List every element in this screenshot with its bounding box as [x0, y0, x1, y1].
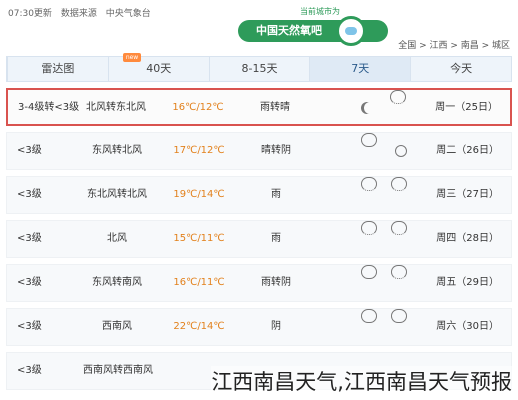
breadcrumb[interactable]: 全国 > 江西 > 南昌 > 城区	[398, 38, 510, 51]
forecast-temp: 19℃/14℃	[173, 189, 225, 200]
forecast-row[interactable]: 周五（29日） 雨转阴 16℃/11℃ 东风转南风 <3级	[6, 264, 512, 302]
forecast-condition: 雨转阴	[261, 277, 291, 288]
forecast-temp: 16℃/11℃	[173, 277, 225, 288]
forecast-condition: 雨转晴	[260, 102, 290, 113]
data-source-info: 07:30更新 数据来源 中央气象台	[8, 6, 151, 19]
sun-icon	[395, 145, 407, 157]
top-bar: 07:30更新 数据来源 中央气象台 当前城市为 中国天然氧吧 全国 > 江西 …	[0, 0, 518, 54]
forecast-wind-level: 3-4级转<3级	[18, 102, 80, 113]
forecast-condition: 雨	[271, 233, 281, 244]
tab-40days[interactable]: new 40天	[107, 53, 209, 81]
forecast-condition: 阴	[271, 321, 281, 332]
forecast-wind: 东北风转北风	[87, 189, 147, 200]
tab-8-15days[interactable]: 8-15天	[208, 57, 310, 81]
rain-icon	[391, 177, 407, 191]
forecast-day: 周六（30日）	[436, 321, 499, 332]
forecast-tabs: 今天 7天 8-15天 new 40天 雷达图	[6, 53, 512, 82]
rain-icon	[361, 177, 377, 191]
forecast-list: 周一（25日） 雨转晴 16℃/12℃ 北风转东北风 3-4级转<3级 周二（2…	[6, 88, 512, 396]
forecast-day: 周二（26日）	[436, 145, 499, 156]
forecast-wind: 西南风	[102, 321, 132, 332]
forecast-day: 周一（25日）	[435, 102, 498, 113]
forecast-condition: 雨	[271, 189, 281, 200]
forecast-condition: 晴转阴	[261, 145, 291, 156]
tab-today[interactable]: 今天	[410, 57, 511, 81]
cloud-icon	[361, 265, 377, 279]
forecast-day: 周三（27日）	[436, 189, 499, 200]
rain-icon	[390, 90, 406, 104]
cloud-icon	[391, 309, 407, 323]
rain-icon	[391, 221, 407, 235]
banner-text: 中国天然氧吧	[256, 24, 322, 37]
forecast-temp: 22℃/14℃	[173, 321, 225, 332]
forecast-wind-level: <3级	[17, 233, 42, 244]
data-source-label: 数据来源	[60, 9, 97, 19]
data-source-org: 中央气象台	[105, 9, 151, 19]
logo-caption: 当前城市为	[300, 7, 340, 16]
cloud-icon	[361, 133, 377, 147]
forecast-wind: 北风	[107, 233, 127, 244]
forecast-wind: 东风转南风	[92, 277, 142, 288]
forecast-wind-level: <3级	[17, 277, 42, 288]
forecast-wind: 西南风转西南风	[83, 365, 153, 376]
forecast-row[interactable]: 周四（28日） 雨 15℃/11℃ 北风 <3级	[6, 220, 512, 258]
forecast-row[interactable]: 周一（25日） 雨转晴 16℃/12℃ 北风转东北风 3-4级转<3级	[6, 88, 512, 126]
forecast-wind-level: <3级	[17, 189, 42, 200]
forecast-wind: 北风转东北风	[86, 102, 146, 113]
rain-icon	[361, 221, 377, 235]
forecast-wind: 东风转北风	[92, 145, 142, 156]
update-time: 07:30更新	[8, 9, 52, 19]
forecast-temp: 15℃/11℃	[173, 233, 225, 244]
forecast-temp: 16℃/12℃	[172, 102, 224, 113]
forecast-wind-level: <3级	[17, 145, 42, 156]
weather-logo-icon	[336, 16, 366, 46]
forecast-day: 周五（29日）	[436, 277, 499, 288]
forecast-wind-level: <3级	[17, 321, 42, 332]
rain-icon	[391, 265, 407, 279]
forecast-row[interactable]: 周六（30日） 阴 22℃/14℃ 西南风 <3级	[6, 308, 512, 346]
moon-icon	[364, 102, 376, 114]
tab-7days[interactable]: 7天	[309, 57, 411, 81]
forecast-temp: 17℃/12℃	[173, 145, 225, 156]
cloud-icon	[361, 309, 377, 323]
forecast-day: 周四（28日）	[436, 233, 499, 244]
tab-40days-label: 40天	[146, 62, 172, 75]
tab-radar[interactable]: 雷达图	[7, 57, 108, 81]
new-badge: new	[122, 53, 142, 62]
image-caption: 江西南昌天气,江西南昌天气预报	[211, 366, 512, 396]
forecast-row[interactable]: 周二（26日） 晴转阴 17℃/12℃ 东风转北风 <3级	[6, 132, 512, 170]
forecast-row[interactable]: 周三（27日） 雨 19℃/14℃ 东北风转北风 <3级	[6, 176, 512, 214]
forecast-wind-level: <3级	[17, 365, 42, 376]
